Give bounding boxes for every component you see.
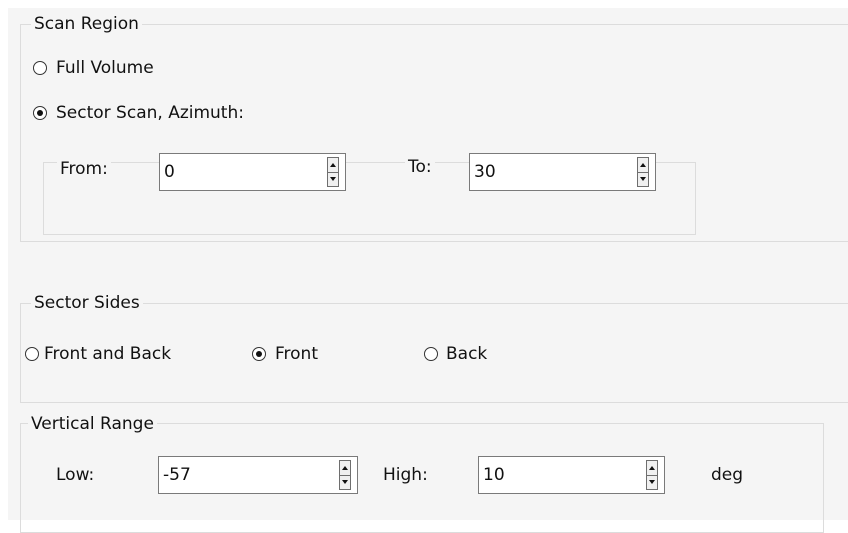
from-value[interactable]: 0 — [164, 154, 175, 190]
vertical-range-title: Vertical Range — [28, 413, 157, 435]
from-decrement-button[interactable] — [328, 172, 338, 186]
to-spin-buttons[interactable] — [637, 157, 649, 187]
triangle-down-icon — [649, 480, 655, 484]
to-value[interactable]: 30 — [474, 154, 496, 190]
to-increment-button[interactable] — [638, 158, 648, 173]
sector-scan-label[interactable]: Sector Scan, Azimuth: — [56, 102, 244, 124]
back-radio-icon[interactable] — [424, 347, 438, 361]
low-spinner[interactable]: -57 — [158, 456, 358, 494]
scan-region-title: Scan Region — [31, 13, 142, 35]
low-value[interactable]: -57 — [163, 457, 191, 493]
from-increment-button[interactable] — [328, 158, 338, 173]
high-spin-buttons[interactable] — [646, 460, 658, 490]
to-decrement-button[interactable] — [638, 172, 648, 186]
from-label: From: — [57, 158, 111, 180]
to-spinner[interactable]: 30 — [469, 153, 656, 191]
from-spinner[interactable]: 0 — [159, 153, 346, 191]
front-radio-icon[interactable] — [252, 347, 266, 361]
high-spinner[interactable]: 10 — [478, 456, 665, 494]
triangle-up-icon — [342, 466, 348, 470]
triangle-up-icon — [649, 466, 655, 470]
sector-sides-title: Sector Sides — [31, 292, 143, 314]
triangle-up-icon — [330, 163, 336, 167]
high-label: High: — [383, 465, 428, 485]
low-spin-buttons[interactable] — [339, 460, 351, 490]
full-volume-label[interactable]: Full Volume — [56, 57, 154, 79]
unit-label: deg — [711, 465, 744, 485]
back-label[interactable]: Back — [446, 343, 487, 365]
low-increment-button[interactable] — [340, 461, 350, 476]
front-and-back-radio-icon[interactable] — [25, 347, 39, 361]
high-value[interactable]: 10 — [483, 457, 505, 493]
high-increment-button[interactable] — [647, 461, 657, 476]
full-volume-radio-icon[interactable] — [33, 61, 47, 75]
sector-scan-radio-icon[interactable] — [33, 106, 47, 120]
low-decrement-button[interactable] — [340, 475, 350, 489]
triangle-up-icon — [640, 163, 646, 167]
triangle-down-icon — [342, 480, 348, 484]
front-and-back-label[interactable]: Front and Back — [44, 343, 171, 365]
high-decrement-button[interactable] — [647, 475, 657, 489]
triangle-down-icon — [640, 177, 646, 181]
from-spin-buttons[interactable] — [327, 157, 339, 187]
front-label[interactable]: Front — [275, 343, 318, 365]
to-label: To: — [405, 156, 435, 178]
low-label: Low: — [56, 465, 95, 485]
triangle-down-icon — [330, 177, 336, 181]
